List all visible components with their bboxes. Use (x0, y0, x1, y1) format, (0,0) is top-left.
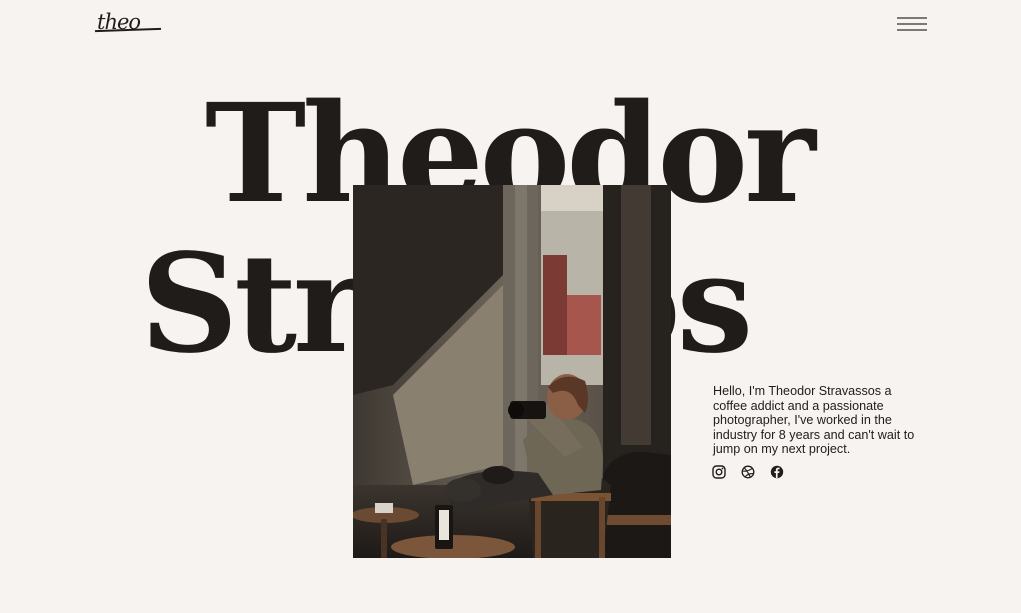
menu-button[interactable] (897, 17, 927, 35)
facebook-icon[interactable] (770, 465, 784, 479)
hamburger-menu-icon (897, 17, 927, 19)
dribbble-icon[interactable] (741, 465, 755, 479)
instagram-icon[interactable] (712, 465, 726, 479)
hero-photo (353, 185, 671, 558)
social-links (712, 465, 784, 479)
intro-text: Hello, I'm Theodor Stravassos a coffee a… (713, 384, 915, 457)
site-logo[interactable]: theo (94, 12, 162, 33)
